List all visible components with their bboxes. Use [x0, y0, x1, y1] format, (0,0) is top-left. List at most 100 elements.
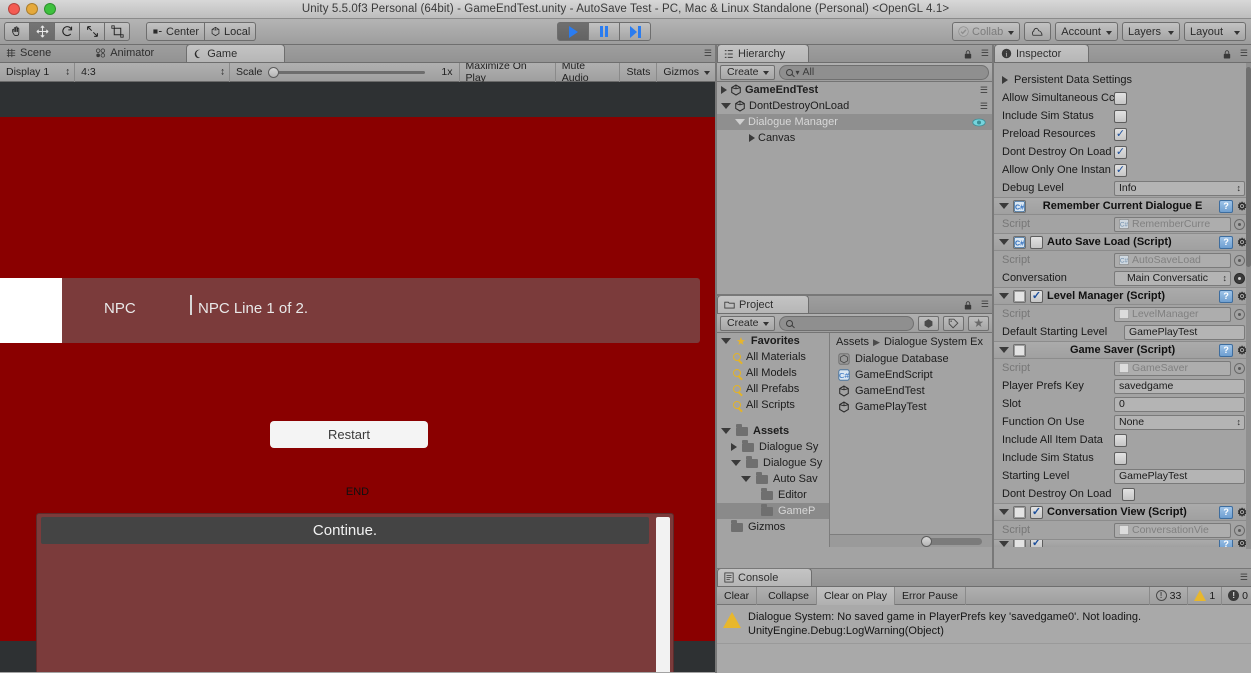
tab-scene[interactable]: Scene — [0, 44, 61, 62]
panel-divider-console[interactable] — [717, 568, 1251, 569]
tab-console[interactable]: Console — [717, 568, 812, 586]
lock-icon[interactable] — [964, 301, 972, 310]
layout-button[interactable]: Layout — [1183, 22, 1246, 41]
breadcrumb-assets[interactable]: Assets — [836, 336, 869, 348]
hand-tool-icon[interactable] — [4, 22, 30, 41]
help-icon[interactable]: ? — [1219, 235, 1234, 249]
inspector-row-allow-only-one-instance[interactable]: Allow Only One Instan ✓ — [994, 161, 1251, 179]
response-menu-scrollbar[interactable] — [656, 517, 670, 672]
project-search-input[interactable] — [778, 315, 915, 331]
hierarchy-item-canvas[interactable]: Canvas — [717, 130, 992, 146]
object-field-script[interactable]: ConversationVie — [1114, 522, 1231, 538]
hierarchy-row-menu-icon[interactable]: ☰ — [980, 101, 988, 112]
panel-divider-project[interactable] — [717, 294, 992, 296]
help-icon[interactable]: ? — [1219, 540, 1234, 547]
space-mode-button[interactable]: Local — [204, 22, 257, 41]
inspector-row-dont-destroy-on-load-2[interactable]: Dont Destroy On Load — [994, 485, 1251, 503]
inspector-row-preload-resources[interactable]: Preload Resources ✓ — [994, 125, 1251, 143]
inspector-row-slot[interactable]: Slot 0 — [994, 395, 1251, 413]
project-favorites-group[interactable]: ★ Favorites — [717, 333, 829, 349]
checkbox-preload-resources[interactable]: ✓ — [1114, 127, 1127, 141]
mute-audio-toggle[interactable]: Mute Audio — [556, 60, 621, 84]
help-icon[interactable]: ? — [1219, 343, 1234, 357]
project-folder-gameplay[interactable]: GameP — [717, 503, 829, 519]
object-field-script[interactable]: C# RememberCurre — [1114, 216, 1231, 232]
checkbox-include-sim-status[interactable] — [1114, 109, 1127, 123]
component-header-remember-current-dialogue-entry[interactable]: C# Remember Current Dialogue E ? ⚙ — [994, 197, 1251, 215]
dropdown-conversation[interactable]: Main Conversatic — [1114, 270, 1231, 286]
pivot-mode-button[interactable]: Center — [146, 22, 206, 41]
component-header-auto-save-load[interactable]: C# Auto Save Load (Script) ? ⚙ — [994, 233, 1251, 251]
project-assets-group[interactable]: Assets — [717, 423, 829, 439]
chevron-down-icon[interactable] — [731, 460, 741, 466]
component-header-conversation-view[interactable]: ✓ Conversation View (Script) ? ⚙ — [994, 503, 1251, 521]
object-picker-button[interactable] — [1234, 362, 1245, 374]
move-tool-icon[interactable] — [29, 22, 55, 41]
console-info-count[interactable]: ! 33 — [1148, 586, 1188, 605]
text-field-starting-level[interactable]: GamePlayTest — [1114, 468, 1245, 484]
component-header-level-manager[interactable]: ✓ Level Manager (Script) ? ⚙ — [994, 287, 1251, 305]
help-icon[interactable]: ? — [1219, 289, 1234, 303]
console-error-pause-toggle[interactable]: Error Pause — [895, 586, 967, 605]
filter-by-type-button[interactable] — [918, 315, 940, 331]
dropdown-function-on-use[interactable]: None — [1114, 414, 1245, 430]
chevron-down-icon[interactable] — [999, 239, 1009, 245]
chevron-right-icon[interactable] — [1002, 76, 1008, 84]
chevron-right-icon[interactable] — [721, 86, 727, 94]
help-icon[interactable]: ? — [1219, 505, 1234, 519]
chevron-down-icon[interactable] — [741, 476, 751, 482]
component-header-next-clipped[interactable]: ✓ ? ⚙ — [994, 539, 1251, 547]
inspector-scrollbar[interactable] — [1246, 63, 1251, 549]
checkbox-component-enabled-level-manager[interactable]: ✓ — [1030, 289, 1043, 303]
inspector-row-player-prefs-key[interactable]: Player Prefs Key savedgame — [994, 377, 1251, 395]
tab-hierarchy[interactable]: Hierarchy — [717, 44, 809, 62]
project-horizontal-scrollbar[interactable] — [830, 534, 992, 547]
component-header-game-saver[interactable]: Game Saver (Script) ? ⚙ — [994, 341, 1251, 359]
chevron-down-icon[interactable] — [999, 540, 1009, 547]
scale-slider-knob[interactable] — [268, 66, 280, 78]
project-folder-gizmos[interactable]: Gizmos — [717, 519, 829, 535]
inspector-row-debug-level[interactable]: Debug Level Info — [994, 179, 1251, 197]
object-field-script[interactable]: GameSaver — [1114, 360, 1231, 376]
conversation-picker-button[interactable] — [1234, 272, 1245, 284]
help-icon[interactable]: ? — [1219, 199, 1234, 213]
text-field-slot[interactable]: 0 — [1114, 396, 1245, 412]
chevron-down-icon[interactable] — [735, 119, 745, 125]
inspector-row-allow-simultaneous[interactable]: Allow Simultaneous Cc — [994, 89, 1251, 107]
project-favorite-all-prefabs[interactable]: All Prefabs — [717, 381, 829, 397]
chevron-down-icon[interactable] — [999, 203, 1009, 209]
inspector-row-include-sim-status-2[interactable]: Include Sim Status — [994, 449, 1251, 467]
chevron-down-icon[interactable] — [999, 347, 1009, 353]
project-create-button[interactable]: Create — [720, 315, 775, 331]
play-button[interactable] — [557, 22, 590, 41]
prefab-eye-icon[interactable] — [972, 118, 986, 127]
favorite-filter-button[interactable]: ★ — [968, 315, 989, 331]
breadcrumb-current[interactable]: Dialogue System Ex — [884, 336, 983, 348]
restart-button[interactable]: Restart — [270, 421, 428, 448]
project-asset-gameendtest[interactable]: GameEndTest — [830, 383, 992, 399]
console-clear-on-play-toggle[interactable]: Clear on Play — [816, 586, 895, 605]
object-field-script[interactable]: LevelManager — [1114, 306, 1231, 322]
tab-animator[interactable]: Animator — [89, 44, 164, 62]
dropdown-debug-level[interactable]: Info — [1114, 180, 1245, 196]
project-folder-auto-save[interactable]: Auto Sav — [717, 471, 829, 487]
project-asset-dialogue-database[interactable]: Dialogue Database — [830, 351, 992, 367]
project-favorite-all-models[interactable]: All Models — [717, 365, 829, 381]
collab-button[interactable]: Collab — [952, 22, 1021, 41]
inspector-row-include-sim-status[interactable]: Include Sim Status — [994, 107, 1251, 125]
maximize-on-play-toggle[interactable]: Maximize On Play — [460, 60, 556, 84]
project-folder-dialogue-system-2[interactable]: Dialogue Sy — [717, 455, 829, 471]
chevron-down-icon[interactable] — [721, 103, 731, 109]
hierarchy-create-button[interactable]: Create — [720, 64, 775, 80]
hierarchy-tree[interactable]: GameEndTest ☰ DontDestroyOnLoad ☰ Dialog… — [717, 82, 992, 146]
console-clear-button[interactable]: Clear — [717, 586, 758, 605]
checkbox-allow-simultaneous[interactable] — [1114, 91, 1127, 105]
account-button[interactable]: Account — [1055, 22, 1118, 41]
project-tree[interactable]: ★ Favorites All Materials All Models All… — [717, 333, 830, 547]
object-field-script[interactable]: C# AutoSaveLoad — [1114, 252, 1231, 268]
checkbox-component-enabled-auto-save-load[interactable] — [1030, 235, 1043, 249]
chevron-right-icon[interactable] — [731, 443, 737, 451]
checkbox-dont-destroy-on-load[interactable]: ✓ — [1114, 145, 1127, 159]
lock-icon[interactable] — [1223, 50, 1231, 59]
inspector-row-dont-destroy-on-load[interactable]: Dont Destroy On Load ✓ — [994, 143, 1251, 161]
